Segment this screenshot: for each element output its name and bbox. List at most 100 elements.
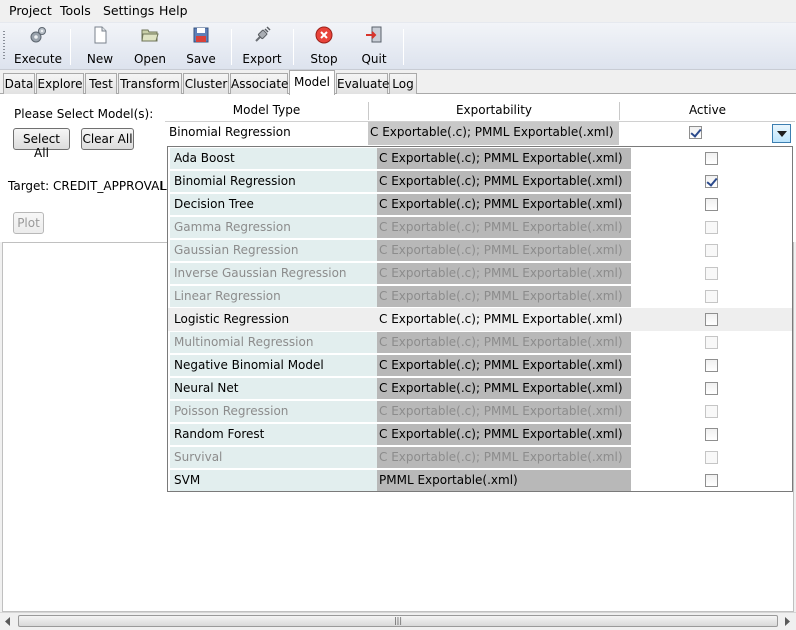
model-active-checkbox[interactable] xyxy=(705,382,718,395)
toolbar-separator xyxy=(293,29,294,65)
model-name: Negative Binomial Model xyxy=(170,355,377,376)
folder-open-icon xyxy=(141,29,159,42)
model-active-checkbox xyxy=(705,336,718,349)
model-dropdown-list: Ada Boost C Exportable(.c); PMML Exportab… xyxy=(167,146,793,492)
save-button[interactable]: Save xyxy=(183,26,219,68)
model-row[interactable]: Binomial Regression C Exportable(.c); PMM… xyxy=(168,170,792,193)
model-name: Multinomial Regression xyxy=(170,332,377,353)
header-active[interactable]: Active xyxy=(620,103,795,117)
model-active-checkbox[interactable] xyxy=(705,175,718,188)
model-active-cell xyxy=(631,286,792,307)
menu-help[interactable]: Help xyxy=(159,3,188,18)
model-row: Gamma Regression C Exportable(.c); PMML E… xyxy=(168,216,792,239)
combo-dropdown-arrow-icon[interactable] xyxy=(772,124,791,143)
model-name: Binomial Regression xyxy=(170,171,377,192)
model-active-checkbox[interactable] xyxy=(705,359,718,372)
model-exportability: C Exportable(.c); PMML Exportable(.xml) xyxy=(377,378,631,399)
model-row: Poisson Regression C Exportable(.c); PMML… xyxy=(168,400,792,423)
model-active-cell xyxy=(631,424,792,445)
model-exportability: C Exportable(.c); PMML Exportable(.xml) xyxy=(377,355,631,376)
tab-data[interactable]: Data xyxy=(3,73,35,94)
model-row[interactable]: Random Forest C Exportable(.c); PMML Expo… xyxy=(168,423,792,446)
model-row[interactable]: Neural Net C Exportable(.c); PMML Exporta… xyxy=(168,377,792,400)
model-active-checkbox xyxy=(705,244,718,257)
menu-project[interactable]: Project xyxy=(9,3,52,18)
model-active-checkbox xyxy=(705,267,718,280)
target-label-suffix: L xyxy=(160,179,167,193)
toolbar-separator xyxy=(70,29,71,65)
model-row[interactable]: Negative Binomial Model C Exportable(.c);… xyxy=(168,354,792,377)
model-exportability: C Exportable(.c); PMML Exportable(.xml) xyxy=(377,332,631,353)
export-button[interactable]: Export xyxy=(241,26,283,68)
tab-evaluate[interactable]: Evaluate xyxy=(336,73,389,94)
plug-export-icon xyxy=(255,26,271,42)
model-active-checkbox[interactable] xyxy=(705,474,718,487)
model-active-cell xyxy=(631,470,792,491)
model-name: Gamma Regression xyxy=(170,217,377,238)
model-row[interactable]: Logistic Regression C Exportable(.c); PMM… xyxy=(168,308,792,331)
model-active-cell xyxy=(631,378,792,399)
model-name: Ada Boost xyxy=(170,148,377,169)
model-row[interactable]: SVM PMML Exportable(.xml) xyxy=(168,469,792,492)
selected-model-active-checkbox[interactable] xyxy=(689,126,702,139)
model-active-cell xyxy=(631,355,792,376)
header-model-type[interactable]: Model Type xyxy=(165,103,368,117)
model-name: Random Forest xyxy=(170,424,377,445)
model-exportability: C Exportable(.c); PMML Exportable(.xml) xyxy=(377,401,631,422)
model-active-checkbox xyxy=(705,405,718,418)
scrollbar-thumb[interactable]: ||| xyxy=(18,615,778,627)
exit-door-icon xyxy=(366,26,382,43)
tab-explore[interactable]: Explore xyxy=(36,73,84,94)
toolbar-separator xyxy=(403,29,404,65)
scroll-left-icon[interactable] xyxy=(4,617,12,626)
model-row: Survival C Exportable(.c); PMML Exportabl… xyxy=(168,446,792,469)
model-exportability: C Exportable(.c); PMML Exportable(.xml) xyxy=(377,148,631,169)
open-button[interactable]: Open xyxy=(130,26,170,68)
model-active-checkbox[interactable] xyxy=(705,428,718,441)
header-exportability[interactable]: Exportability xyxy=(369,103,619,117)
toolbar: Execute New Open Save Export Stop Quit xyxy=(0,22,796,70)
plot-button[interactable]: Plot xyxy=(13,212,44,234)
tab-test[interactable]: Test xyxy=(85,73,117,94)
select-models-label: Please Select Model(s): xyxy=(14,107,154,121)
execute-button[interactable]: Execute xyxy=(12,26,64,68)
model-name: Linear Regression xyxy=(170,286,377,307)
quit-label: Quit xyxy=(361,52,387,66)
scrollbar-grip: ||| xyxy=(393,616,403,625)
select-all-button[interactable]: Select All xyxy=(13,128,70,160)
toolbar-grip[interactable] xyxy=(3,31,5,61)
model-active-checkbox[interactable] xyxy=(705,313,718,326)
model-active-cell xyxy=(631,401,792,422)
menu-settings[interactable]: Settings xyxy=(103,3,154,18)
model-exportability: C Exportable(.c); PMML Exportable(.xml) xyxy=(377,171,631,192)
tab-associate[interactable]: Associate xyxy=(230,73,288,94)
model-row[interactable]: Ada Boost C Exportable(.c); PMML Exportab… xyxy=(168,147,792,170)
model-active-checkbox[interactable] xyxy=(705,198,718,211)
selected-model-name: Binomial Regression xyxy=(165,122,368,145)
scroll-right-icon[interactable] xyxy=(783,617,791,626)
toolbar-separator xyxy=(231,29,232,65)
tab-log[interactable]: Log xyxy=(389,73,417,94)
model-row: Inverse Gaussian Regression C Exportable(… xyxy=(168,262,792,285)
menu-bar: Project Tools Settings Help xyxy=(0,0,796,22)
clear-all-button[interactable]: Clear All xyxy=(81,128,134,150)
tab-cluster[interactable]: Cluster xyxy=(183,73,229,94)
tab-transform[interactable]: Transform xyxy=(118,73,182,94)
model-active-checkbox xyxy=(705,221,718,234)
model-exportability: C Exportable(.c); PMML Exportable(.xml) xyxy=(377,240,631,261)
menu-tools[interactable]: Tools xyxy=(60,3,91,18)
model-name: Logistic Regression xyxy=(170,309,377,330)
model-exportability: C Exportable(.c); PMML Exportable(.xml) xyxy=(377,424,631,445)
new-button[interactable]: New xyxy=(82,26,118,68)
horizontal-scrollbar[interactable]: ||| xyxy=(0,612,796,629)
model-active-checkbox[interactable] xyxy=(705,152,718,165)
model-row[interactable]: Decision Tree C Exportable(.c); PMML Expo… xyxy=(168,193,792,216)
execute-label: Execute xyxy=(14,52,62,66)
model-combo-editor[interactable]: Binomial Regression C Exportable(.c); PM… xyxy=(165,122,795,145)
stop-button[interactable]: Stop xyxy=(305,26,343,68)
model-active-cell xyxy=(631,194,792,215)
quit-button[interactable]: Quit xyxy=(355,26,393,68)
model-name: Decision Tree xyxy=(170,194,377,215)
model-active-cell xyxy=(631,171,792,192)
tab-model[interactable]: Model xyxy=(289,70,335,95)
